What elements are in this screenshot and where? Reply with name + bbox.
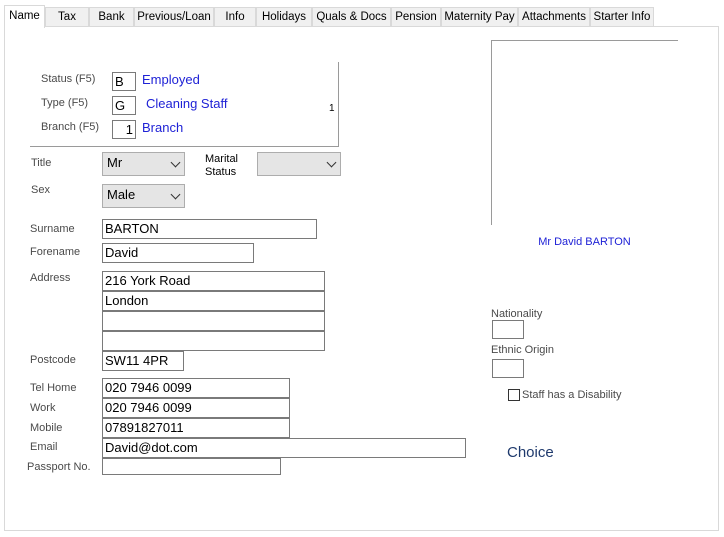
- marital-label-line1: Marital: [205, 153, 239, 165]
- nationality-label: Nationality: [491, 308, 543, 320]
- email-input[interactable]: David@dot.com: [102, 438, 466, 458]
- status-code-input[interactable]: B: [112, 72, 136, 91]
- mobile-input[interactable]: 07891827011: [102, 418, 290, 438]
- mobile-label: Mobile: [30, 422, 63, 434]
- photo-frame[interactable]: [491, 40, 678, 225]
- tab-holidays[interactable]: Holidays: [256, 7, 312, 27]
- choice-text: Choice: [507, 444, 554, 461]
- email-label: Email: [30, 441, 58, 453]
- tel-home-input[interactable]: 020 7946 0099: [102, 378, 290, 398]
- sex-select[interactable]: Male: [102, 184, 185, 208]
- chevron-down-icon: [170, 157, 181, 168]
- work-phone-input[interactable]: 020 7946 0099: [102, 398, 290, 418]
- tab-pension[interactable]: Pension: [391, 7, 441, 27]
- tab-starter-info[interactable]: Starter Info: [590, 7, 654, 27]
- address-line-4[interactable]: [102, 331, 325, 351]
- chevron-down-icon: [170, 189, 181, 200]
- address-label: Address: [30, 272, 71, 284]
- forename-label: Forename: [30, 246, 81, 258]
- marital-status-select[interactable]: [257, 152, 341, 176]
- title-label: Title: [31, 157, 52, 169]
- branch-code-input[interactable]: 1: [112, 120, 136, 139]
- marital-label-line2: Status: [205, 166, 237, 178]
- nationality-input[interactable]: [492, 320, 524, 339]
- tab-previous-loan[interactable]: Previous/Loan: [134, 7, 214, 27]
- tab-info[interactable]: Info: [214, 7, 256, 27]
- ethnic-origin-label: Ethnic Origin: [491, 344, 554, 356]
- tab-maternity-pay[interactable]: Maternity Pay: [441, 7, 518, 27]
- address-line-1[interactable]: 216 York Road: [102, 271, 325, 291]
- address-line-2[interactable]: London: [102, 291, 325, 311]
- postcode-label: Postcode: [30, 354, 76, 366]
- title-select-value: Mr: [107, 155, 123, 170]
- forename-input[interactable]: David: [102, 243, 254, 263]
- tab-attachments[interactable]: Attachments: [518, 7, 590, 27]
- passport-label: Passport No.: [27, 461, 91, 473]
- address-line-3[interactable]: [102, 311, 325, 331]
- disability-checkbox[interactable]: [508, 389, 520, 401]
- ethnic-origin-input[interactable]: [492, 359, 524, 378]
- type-code-input[interactable]: G: [112, 96, 136, 115]
- employment-side-number: 1: [329, 103, 335, 114]
- branch-label: Branch (F5): [41, 121, 100, 133]
- passport-input[interactable]: [102, 458, 281, 475]
- tel-home-label: Tel Home: [30, 382, 77, 394]
- status-value: Employed: [142, 72, 200, 87]
- surname-label: Surname: [30, 223, 75, 235]
- status-label: Status (F5): [41, 73, 96, 85]
- photo-caption: Mr David BARTON: [538, 236, 631, 248]
- branch-value: Branch: [142, 120, 184, 135]
- disability-label: Staff has a Disability: [522, 389, 622, 401]
- tab-quals-docs[interactable]: Quals & Docs: [312, 7, 391, 27]
- work-label: Work: [30, 402, 56, 414]
- surname-input[interactable]: BARTON: [102, 219, 317, 239]
- sex-select-value: Male: [107, 187, 136, 202]
- tab-tax[interactable]: Tax: [45, 7, 89, 27]
- type-label: Type (F5): [41, 97, 89, 109]
- tab-bank[interactable]: Bank: [89, 7, 134, 27]
- marital-status-label: Marital Status: [205, 153, 238, 179]
- postcode-input[interactable]: SW11 4PR: [102, 351, 184, 371]
- chevron-down-icon: [326, 157, 337, 168]
- tab-name[interactable]: Name: [4, 5, 45, 28]
- title-select[interactable]: Mr: [102, 152, 185, 176]
- type-value: Cleaning Staff: [146, 96, 228, 111]
- sex-label: Sex: [31, 184, 50, 196]
